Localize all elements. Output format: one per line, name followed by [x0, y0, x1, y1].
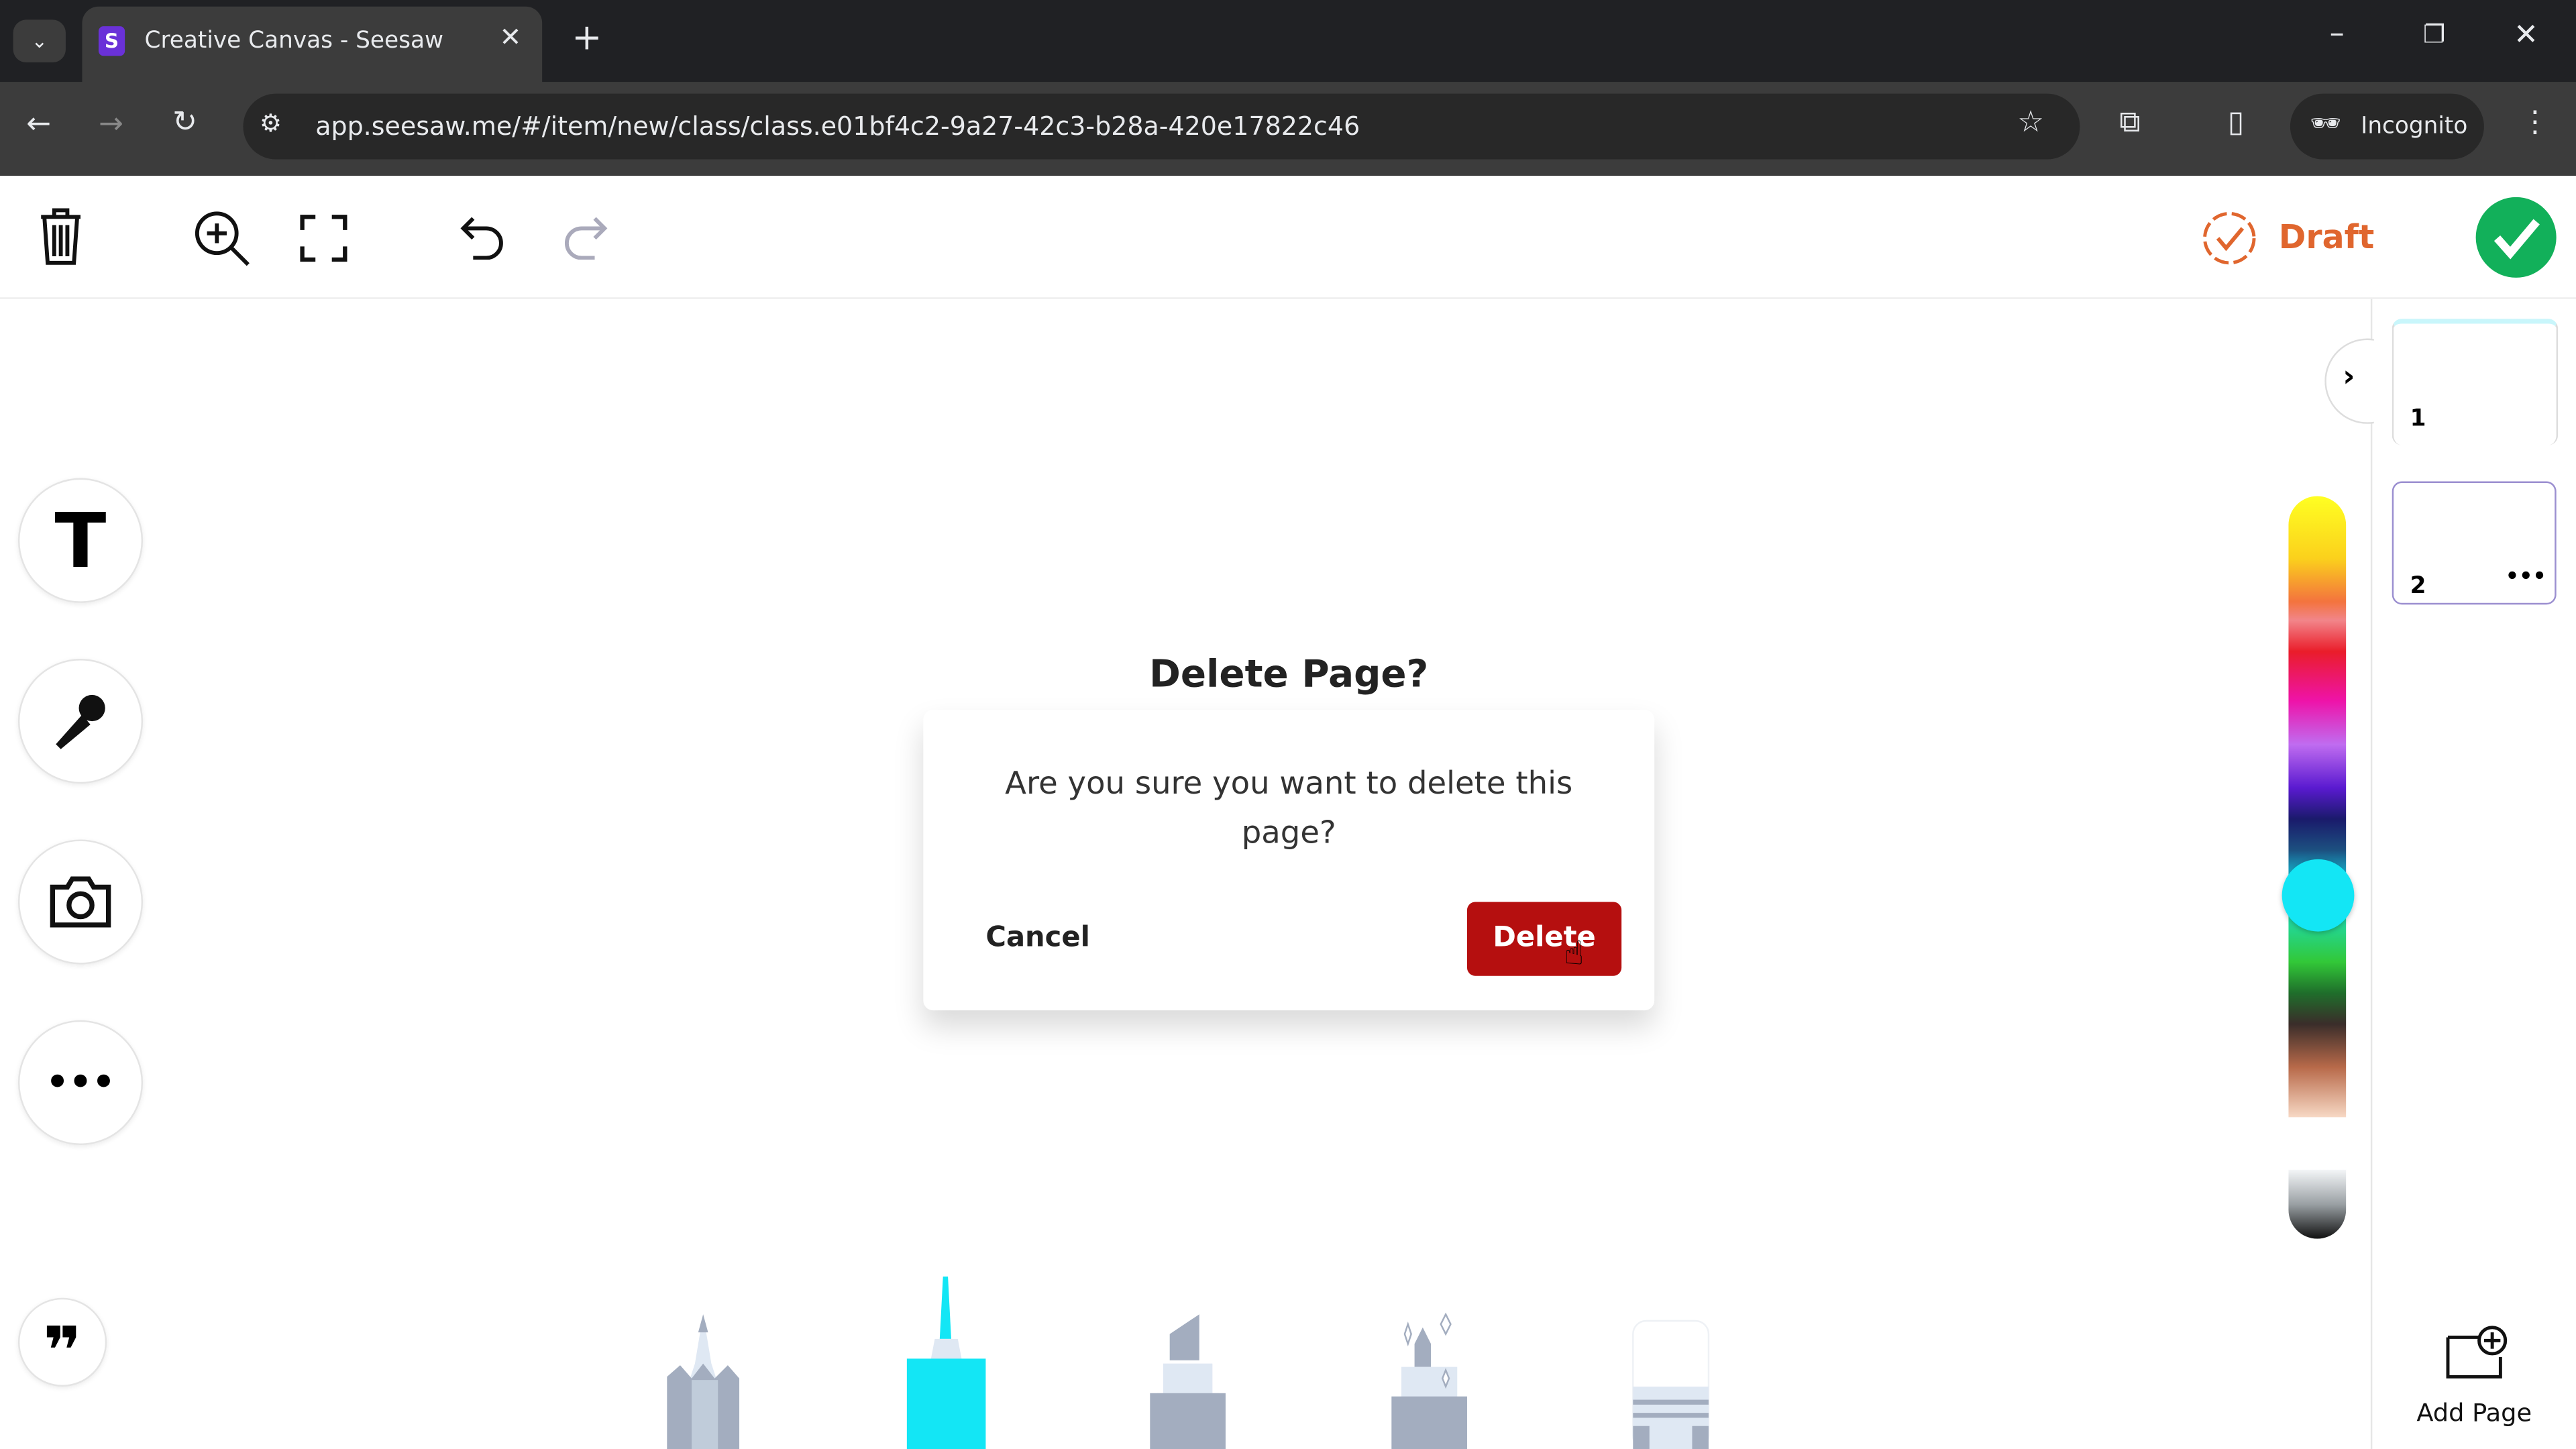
extensions-icon[interactable]: ⧉: [2119, 105, 2140, 140]
new-tab-button[interactable]: +: [572, 18, 602, 59]
site-info-icon[interactable]: ⚙: [260, 109, 282, 138]
undo-icon[interactable]: [460, 213, 506, 260]
incognito-label: Incognito: [2361, 113, 2468, 140]
page-thumbnail-2[interactable]: 2 •••: [2392, 481, 2557, 605]
page-number: 1: [2410, 405, 2426, 433]
forward-button[interactable]: →: [99, 107, 123, 141]
color-slider-handle[interactable]: [2282, 859, 2355, 932]
done-button[interactable]: [2475, 197, 2557, 278]
glitter-pen-tool[interactable]: [1388, 1311, 1470, 1449]
page-options-icon[interactable]: •••: [2506, 565, 2546, 590]
chevron-right-icon[interactable]: ›: [2343, 360, 2355, 394]
delete-page-dialog: Are you sure you want to delete this pag…: [923, 709, 1655, 1011]
add-page-label[interactable]: Add Page: [2399, 1398, 2550, 1428]
sidebar-divider: [2370, 299, 2373, 1449]
restore-button[interactable]: ❐: [2423, 19, 2445, 49]
add-page-icon[interactable]: [2445, 1324, 2510, 1380]
incognito-icon: 🕶: [2310, 108, 2341, 138]
marker-tool[interactable]: [904, 1273, 989, 1449]
minimize-button[interactable]: –: [2330, 16, 2345, 50]
delete-button[interactable]: Delete: [1466, 902, 1622, 976]
fullscreen-icon[interactable]: [299, 213, 348, 262]
checkmark-icon: [2493, 219, 2540, 260]
grayscale-slider[interactable]: [2288, 1169, 2347, 1239]
trash-icon[interactable]: [36, 207, 85, 266]
draft-status-icon: [2203, 211, 2256, 265]
reload-button[interactable]: ↻: [172, 105, 197, 140]
back-button[interactable]: ←: [26, 107, 51, 141]
tab-search-button[interactable]: ⌄: [13, 19, 66, 63]
eraser-tool[interactable]: [1629, 1318, 1711, 1449]
browser-menu-icon[interactable]: ⋮: [2520, 105, 2550, 140]
window-close-button[interactable]: ✕: [2514, 18, 2538, 52]
cancel-button[interactable]: Cancel: [985, 922, 1089, 955]
redo-icon[interactable]: [562, 213, 608, 260]
side-panel-icon[interactable]: ▯: [2228, 105, 2244, 140]
dialog-message: Are you sure you want to delete this pag…: [1005, 765, 1573, 851]
bookmark-star-icon[interactable]: ☆: [2017, 105, 2044, 140]
highlighter-tool[interactable]: [1146, 1311, 1228, 1449]
hand-cursor-icon: ☝: [1564, 933, 1585, 973]
pencil-tool[interactable]: [663, 1311, 745, 1449]
url-text[interactable]: app.seesaw.me/#/item/new/class/class.e01…: [315, 112, 1360, 142]
page-number: 2: [2410, 573, 2426, 600]
tab-close-icon[interactable]: ✕: [499, 21, 521, 53]
color-slider[interactable]: [2288, 496, 2347, 1118]
app-header: [0, 176, 2576, 299]
seesaw-favicon-icon: S: [98, 26, 125, 56]
tab-title: Creative Canvas - Seesaw: [144, 28, 444, 54]
dialog-title: Delete Page?: [1149, 653, 1429, 697]
page-thumbnail-1[interactable]: 1: [2392, 319, 2559, 445]
zoom-in-icon[interactable]: [193, 209, 252, 268]
draft-status-label: Draft: [2278, 217, 2375, 257]
